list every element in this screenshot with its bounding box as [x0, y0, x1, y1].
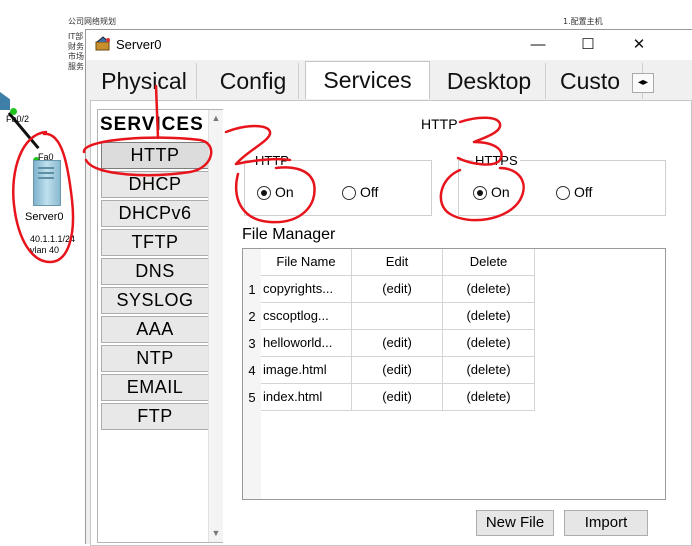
server-ip-label: 40.1.1.1/24	[30, 234, 76, 244]
http-on-radio[interactable]	[257, 186, 271, 200]
file-name-cell[interactable]: image.html	[261, 356, 352, 384]
server-icon[interactable]	[33, 160, 61, 206]
switch-icon[interactable]	[0, 92, 10, 110]
service-tftp-button[interactable]: TFTP	[101, 229, 209, 256]
edit-link[interactable]: (edit)	[352, 383, 443, 411]
edit-link[interactable]: (edit)	[352, 329, 443, 357]
window-title: Server0	[116, 37, 162, 52]
service-dhcpv6-button[interactable]: DHCPv6	[101, 200, 209, 227]
http-group-label: HTTP	[253, 153, 291, 168]
tab-scroll-arrows[interactable]: ◂▸	[632, 73, 654, 93]
delete-link[interactable]: (delete)	[443, 356, 535, 384]
delete-link[interactable]: (delete)	[443, 302, 535, 330]
service-ftp-button[interactable]: FTP	[101, 403, 209, 430]
delete-link[interactable]: (delete)	[443, 329, 535, 357]
title-bar[interactable]: Server0 — ☐ ✕	[86, 30, 692, 60]
row-number: 4	[243, 357, 261, 384]
file-name-cell[interactable]: index.html	[261, 383, 352, 411]
server-name-label: Server0	[25, 211, 64, 223]
server-window: Server0 — ☐ ✕ Physical Config Services D…	[85, 29, 692, 546]
tab-custom[interactable]: Custo	[552, 63, 643, 99]
services-scrollbar[interactable]: ▲ ▼	[208, 110, 223, 542]
column-header-file-name[interactable]: File Name	[261, 249, 352, 276]
edit-link[interactable]: (edit)	[352, 275, 443, 303]
services-content: SERVICES HTTP DHCP DHCPv6 TFTP DNS SYSLO…	[90, 100, 692, 546]
service-email-button[interactable]: EMAIL	[101, 374, 209, 401]
maximize-button[interactable]: ☐	[573, 34, 603, 56]
scroll-down-icon[interactable]: ▼	[209, 528, 223, 538]
port-label: Fa0/2	[6, 114, 30, 124]
row-number: 1	[243, 276, 261, 303]
service-aaa-button[interactable]: AAA	[101, 316, 209, 343]
service-ntp-button[interactable]: NTP	[101, 345, 209, 372]
https-off-label[interactable]: Off	[574, 184, 592, 200]
https-group-label: HTTPS	[473, 153, 520, 168]
tab-bar: Physical Config Services Desktop Custo ◂…	[86, 61, 692, 99]
http-group: HTTP On Off	[244, 153, 432, 216]
tab-desktop[interactable]: Desktop	[433, 63, 546, 99]
row-number: 5	[243, 384, 261, 411]
edit-link[interactable]: (edit)	[352, 356, 443, 384]
server-vlan-label: vlan 40	[30, 245, 60, 255]
bg-side-label: 服务	[68, 62, 84, 71]
file-name-cell[interactable]: cscoptlog...	[261, 302, 352, 330]
service-dns-button[interactable]: DNS	[101, 258, 209, 285]
bg-title-label: 公司网络规划	[68, 17, 116, 26]
service-dhcp-button[interactable]: DHCP	[101, 171, 209, 198]
service-syslog-button[interactable]: SYSLOG	[101, 287, 209, 314]
row-number: 2	[243, 303, 261, 330]
close-button[interactable]: ✕	[624, 34, 654, 56]
http-off-radio[interactable]	[342, 186, 356, 200]
tab-physical[interactable]: Physical	[92, 63, 197, 99]
new-file-button[interactable]: New File	[476, 510, 554, 536]
service-http-button[interactable]: HTTP	[101, 142, 209, 169]
http-off-label[interactable]: Off	[360, 184, 378, 200]
file-manager-table: File Name Edit Delete 1 copyrights... (e…	[242, 248, 666, 500]
tab-config[interactable]: Config	[208, 63, 299, 99]
services-header: SERVICES	[100, 114, 204, 135]
http-on-label[interactable]: On	[275, 184, 294, 200]
delete-link[interactable]: (delete)	[443, 275, 535, 303]
delete-link[interactable]: (delete)	[443, 383, 535, 411]
minimize-button[interactable]: —	[523, 34, 553, 56]
http-panel-title: HTTP	[421, 116, 458, 132]
edit-cell-empty	[352, 302, 443, 330]
import-button[interactable]: Import	[564, 510, 648, 536]
file-name-cell[interactable]: copyrights...	[261, 275, 352, 303]
bg-step-label: 1.配置主机	[563, 17, 603, 26]
scroll-up-icon[interactable]: ▲	[209, 113, 223, 123]
file-manager-label: File Manager	[242, 226, 336, 243]
file-name-cell[interactable]: helloworld...	[261, 329, 352, 357]
services-list: SERVICES HTTP DHCP DHCPv6 TFTP DNS SYSLO…	[97, 109, 223, 543]
https-on-radio[interactable]	[473, 186, 487, 200]
column-header-delete[interactable]: Delete	[443, 249, 535, 276]
https-group: HTTPS On Off	[458, 153, 666, 216]
https-on-label[interactable]: On	[491, 184, 510, 200]
server-app-icon	[95, 36, 110, 51]
table-corner	[243, 249, 262, 276]
tab-services[interactable]: Services	[305, 61, 430, 99]
https-off-radio[interactable]	[556, 186, 570, 200]
row-number: 3	[243, 330, 261, 357]
column-header-edit[interactable]: Edit	[352, 249, 443, 276]
